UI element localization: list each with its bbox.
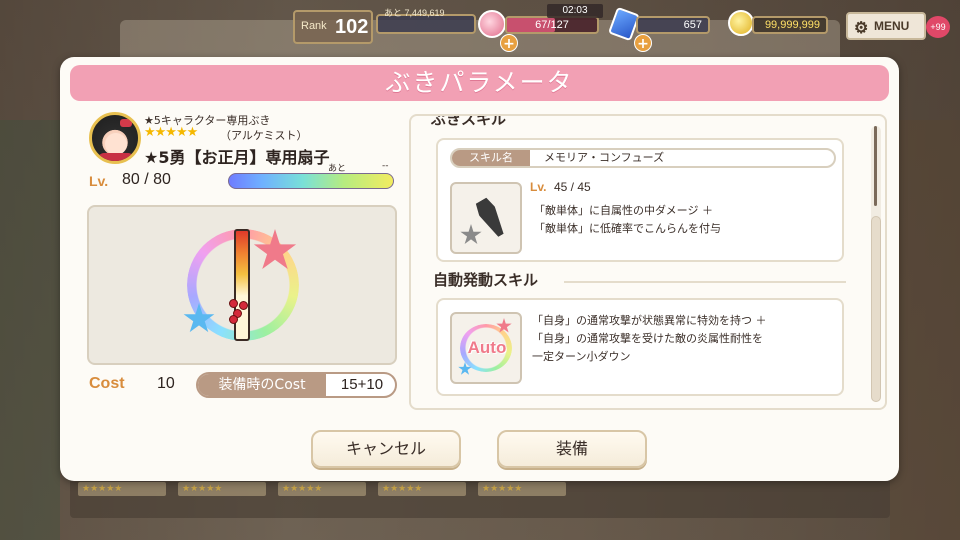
weapon-exp-bar (228, 173, 394, 189)
add-gem-button[interactable]: + (634, 34, 652, 52)
character-class: （アルケミスト） (220, 129, 308, 142)
avatar-robe (98, 153, 134, 161)
stamina-icon (478, 10, 506, 38)
weapon-name: ★5勇【お正月】専用扇子 (144, 148, 330, 167)
skill-desc-line: 「敵単体」に自属性の中ダメージ ＋ (534, 204, 713, 217)
cost-value: 10 (157, 375, 175, 392)
weapon-skill-heading: ぶきスキル (431, 114, 507, 128)
gem-count: 657 (636, 16, 710, 34)
character-avatar (89, 112, 141, 164)
background-card: ★★★★★ (478, 482, 566, 496)
stamina-bar: 67/127 (505, 16, 599, 34)
exp-remaining: あと 7,449,619 (384, 8, 445, 18)
skill-name-tag: スキル名 メモリア・コンフューズ (450, 148, 836, 168)
equip-cost-value: 15+10 (340, 376, 384, 393)
skill-name: メモリア・コンフューズ (544, 151, 665, 164)
background-furniture (890, 120, 960, 540)
auto-icon-text: Auto (467, 338, 507, 357)
rank-value: 102 (335, 16, 369, 38)
add-stamina-button[interactable]: + (500, 34, 518, 52)
auto-desc-line: 「自身」の通常攻撃を受けた敵の炎属性耐性を (532, 332, 763, 345)
level-label: Lv. (89, 173, 109, 189)
auto-desc-line: 一定ターン小ダウン (532, 350, 631, 363)
scrollbar-thumb[interactable] (871, 216, 881, 402)
background-card: ★★★★★ (78, 482, 166, 496)
rarity-stars: ★★★★★ (144, 125, 198, 140)
equip-cost-box: 装備時のCost 15+10 (196, 372, 397, 398)
auto-skill-card: Auto 「自身」の通常攻撃が状態異常に特効を持つ ＋ 「自身」の通常攻撃を受け… (436, 298, 844, 396)
stamina-timer: 02:03 (547, 4, 603, 18)
skill-name-label: スキル名 (452, 150, 530, 166)
weapon-art (87, 205, 397, 365)
cancel-button[interactable]: キャンセル (311, 430, 461, 468)
background-plant (0, 120, 60, 540)
auto-desc-line: 「自身」の通常攻撃が状態異常に特効を持つ ＋ (532, 314, 767, 327)
avatar-hair-ornament (120, 119, 132, 127)
level-value: 80 / 80 (122, 171, 171, 188)
cost-label: Cost (89, 375, 125, 392)
confusion-skill-icon (450, 182, 522, 254)
rank-badge: Rank 102 (293, 10, 373, 44)
background-card: ★★★★★ (378, 482, 466, 496)
auto-skill-heading: 自動発動スキル (433, 271, 539, 289)
background-card: ★★★★★ (178, 482, 266, 496)
scrollbar-indicator (874, 126, 877, 206)
weapon-skill-card: スキル名 メモリア・コンフューズ Lv. 45 / 45 「敵単体」に自属性の中… (436, 138, 844, 262)
auto-skill-description: 「自身」の通常攻撃が状態異常に特効を持つ ＋ 「自身」の通常攻撃を受けた敵の炎属… (532, 312, 767, 366)
equip-cost-label: 装備時のCost (198, 374, 326, 396)
equip-button[interactable]: 装備 (497, 430, 647, 468)
notification-badge: +99 (926, 16, 950, 38)
auto-skill-icon: Auto (450, 312, 522, 384)
exp-next-value: -- (382, 161, 389, 171)
coin-count: 99,999,999 (752, 16, 828, 34)
skill-description: 「敵単体」に自属性の中ダメージ ＋ 「敵単体」に低確率でこんらんを付与 (534, 202, 721, 238)
skill-level: 45 / 45 (554, 180, 591, 194)
skill-level-label: Lv. (530, 180, 547, 194)
dialog-title: ぶきパラメータ (70, 65, 889, 101)
menu-label: MENU (874, 19, 910, 33)
tassel-icon (227, 297, 255, 324)
avatar-face (105, 133, 127, 155)
menu-button[interactable]: ⚙ MENU (846, 12, 926, 40)
skill-desc-line: 「敵単体」に低確率でこんらんを付与 (534, 222, 721, 235)
skill-scroll-panel[interactable]: ぶきスキル スキル名 メモリア・コンフューズ Lv. 45 / 45 「敵単体」… (409, 114, 887, 410)
stamina-value: 67/127 (535, 19, 569, 31)
weapon-parameter-dialog: ぶきパラメータ ★5キャラクター専用ぶき ★★★★★ （アルケミスト） ★5勇【… (60, 57, 899, 481)
folding-fan-icon (234, 229, 250, 341)
rank-label: Rank (301, 20, 327, 32)
heading-divider (564, 281, 846, 283)
background-card: ★★★★★ (278, 482, 366, 496)
gear-icon: ⚙ (854, 20, 869, 37)
coin-icon (728, 10, 754, 36)
